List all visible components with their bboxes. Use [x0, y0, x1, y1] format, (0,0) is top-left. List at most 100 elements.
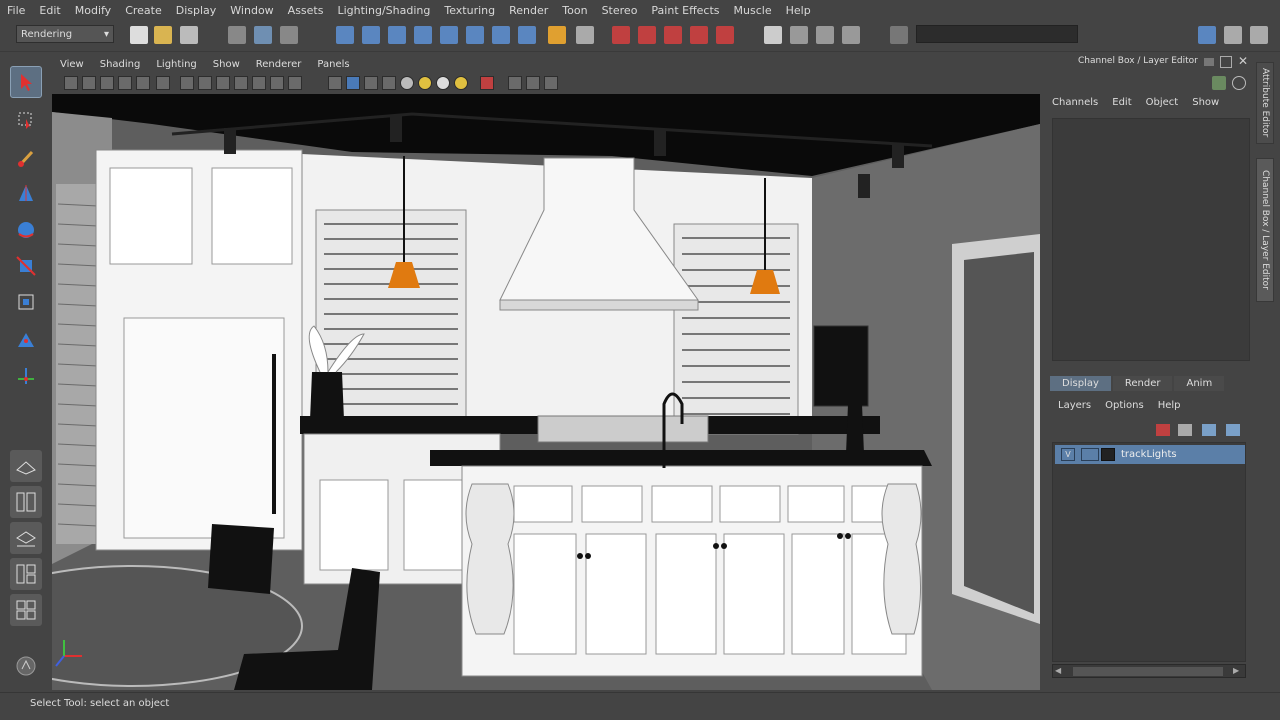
- scale-tool-button[interactable]: [10, 250, 42, 282]
- panel-menu-renderer[interactable]: Renderer: [248, 59, 310, 70]
- menu-muscle[interactable]: Muscle: [727, 4, 779, 17]
- show-tool-settings-icon[interactable]: [1224, 26, 1242, 44]
- highlight-selection-icon[interactable]: [576, 26, 594, 44]
- layer-color-swatch[interactable]: [1101, 448, 1115, 461]
- tab-anim[interactable]: Anim: [1174, 376, 1225, 391]
- paint-select-tool-button[interactable]: [10, 142, 42, 174]
- snap-to-curves-icon[interactable]: [638, 26, 656, 44]
- gate-mask-icon[interactable]: [216, 76, 230, 90]
- select-object-icon[interactable]: [254, 26, 272, 44]
- panel-menu-show[interactable]: Show: [205, 59, 248, 70]
- select-by-rendering-icon[interactable]: [492, 26, 510, 44]
- menu-lighting-shading[interactable]: Lighting/Shading: [330, 4, 437, 17]
- move-up-layer-icon[interactable]: [1202, 424, 1216, 436]
- xray-icon[interactable]: [508, 76, 522, 90]
- tab-channel-box-layer-editor[interactable]: Channel Box / Layer Editor: [1256, 158, 1274, 302]
- manipulator-options-icon[interactable]: [1232, 76, 1246, 90]
- show-menu[interactable]: Show: [1192, 97, 1219, 108]
- safe-title-icon[interactable]: [270, 76, 284, 90]
- menu-assets[interactable]: Assets: [281, 4, 331, 17]
- resolution-gate-icon[interactable]: [198, 76, 212, 90]
- tab-render[interactable]: Render: [1112, 376, 1173, 391]
- menu-display[interactable]: Display: [169, 4, 224, 17]
- isolate-select-icon[interactable]: [480, 76, 494, 90]
- menu-paint-effects[interactable]: Paint Effects: [644, 4, 726, 17]
- menu-edit[interactable]: Edit: [32, 4, 67, 17]
- make-live-icon[interactable]: [716, 26, 734, 44]
- render-view-icon[interactable]: [764, 26, 782, 44]
- snap-to-view-planes-icon[interactable]: [690, 26, 708, 44]
- use-all-lights-icon[interactable]: [400, 76, 414, 90]
- scroll-right-icon[interactable]: ▶: [1233, 666, 1239, 675]
- input-line-mode-icon[interactable]: [890, 26, 908, 44]
- select-by-deformation-icon[interactable]: [440, 26, 458, 44]
- panel-menu-lighting[interactable]: Lighting: [148, 59, 204, 70]
- menu-modify[interactable]: Modify: [68, 4, 118, 17]
- open-scene-icon[interactable]: [154, 26, 172, 44]
- rotate-tool-button[interactable]: [10, 214, 42, 246]
- menu-texturing[interactable]: Texturing: [437, 4, 502, 17]
- layer-list-scrollbar[interactable]: ◀ ▶: [1052, 664, 1246, 678]
- render-current-frame-icon[interactable]: [790, 26, 808, 44]
- menu-file[interactable]: File: [0, 4, 32, 17]
- menu-toon[interactable]: Toon: [555, 4, 594, 17]
- grid-icon[interactable]: [156, 76, 170, 90]
- move-down-layer-icon[interactable]: [1226, 424, 1240, 436]
- select-by-curve-icon[interactable]: [388, 26, 406, 44]
- select-by-surface-icon[interactable]: [414, 26, 432, 44]
- new-scene-icon[interactable]: [130, 26, 148, 44]
- select-by-joint-icon[interactable]: [362, 26, 380, 44]
- textured-icon[interactable]: [382, 76, 396, 90]
- show-channel-box-icon[interactable]: [1250, 26, 1268, 44]
- scroll-thumb[interactable]: [1073, 667, 1223, 676]
- outliner-layout-button[interactable]: [10, 522, 42, 554]
- graph-editor-layout-button[interactable]: [10, 558, 42, 590]
- panel-menu-shading[interactable]: Shading: [92, 59, 149, 70]
- image-plane-icon[interactable]: [118, 76, 132, 90]
- layer-row[interactable]: V trackLights: [1055, 445, 1245, 464]
- wireframe-on-shaded-icon[interactable]: [364, 76, 378, 90]
- help-menu[interactable]: Help: [1158, 400, 1181, 411]
- universal-manipulator-button[interactable]: [10, 286, 42, 318]
- input-line-field[interactable]: [916, 25, 1078, 43]
- float-window-icon[interactable]: [1220, 56, 1232, 68]
- menu-stereo[interactable]: Stereo: [595, 4, 645, 17]
- tab-display[interactable]: Display: [1050, 376, 1111, 391]
- screen-space-ao-icon[interactable]: [436, 76, 450, 90]
- move-tool-button[interactable]: [10, 178, 42, 210]
- safe-action-icon[interactable]: [252, 76, 266, 90]
- select-hierarchy-icon[interactable]: [228, 26, 246, 44]
- select-component-icon[interactable]: [280, 26, 298, 44]
- dock-icon[interactable]: [1204, 58, 1214, 66]
- four-view-layout-button[interactable]: [10, 594, 42, 626]
- xray-components-icon[interactable]: [544, 76, 558, 90]
- snap-to-grids-icon[interactable]: [612, 26, 630, 44]
- menu-set-dropdown[interactable]: Rendering ▾: [16, 25, 114, 43]
- single-perspective-layout-button[interactable]: [10, 450, 42, 482]
- ipr-render-icon[interactable]: [816, 26, 834, 44]
- texture-icon[interactable]: [288, 76, 302, 90]
- lasso-tool-button[interactable]: [10, 104, 42, 136]
- select-by-handle-icon[interactable]: [336, 26, 354, 44]
- menu-create[interactable]: Create: [118, 4, 169, 17]
- shadows-icon[interactable]: [418, 76, 432, 90]
- snap-to-points-icon[interactable]: [664, 26, 682, 44]
- channels-menu[interactable]: Channels: [1052, 97, 1098, 108]
- channel-box-area[interactable]: [1052, 118, 1250, 361]
- layer-name[interactable]: trackLights: [1121, 449, 1177, 460]
- menu-window[interactable]: Window: [223, 4, 280, 17]
- channel-box-options-icon[interactable]: [1212, 76, 1226, 90]
- select-by-dynamic-icon[interactable]: [466, 26, 484, 44]
- layers-menu[interactable]: Layers: [1058, 400, 1091, 411]
- wireframe-icon[interactable]: [328, 76, 342, 90]
- kitchen-scene[interactable]: [52, 94, 1040, 690]
- scroll-left-icon[interactable]: ◀: [1055, 666, 1061, 675]
- render-settings-icon[interactable]: [842, 26, 860, 44]
- panel-menu-view[interactable]: View: [52, 59, 92, 70]
- field-chart-icon[interactable]: [234, 76, 248, 90]
- smooth-shade-icon[interactable]: [346, 76, 360, 90]
- select-by-misc-icon[interactable]: [518, 26, 536, 44]
- object-menu[interactable]: Object: [1146, 97, 1179, 108]
- camera-attributes-icon[interactable]: [82, 76, 96, 90]
- two-panes-layout-button[interactable]: [10, 486, 42, 518]
